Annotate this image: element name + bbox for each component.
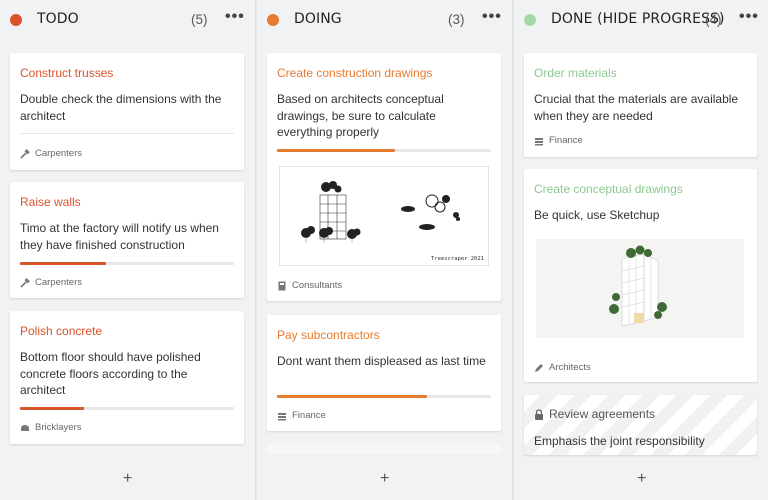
column-count: (3) — [448, 12, 465, 27]
hammer-icon — [20, 148, 30, 159]
task-card[interactable]: Review agreements Emphasis the joint res… — [524, 395, 757, 455]
column-count: (4) — [705, 12, 722, 27]
card-description: Double check the dimensions with the arc… — [20, 92, 222, 123]
pencil-icon — [535, 363, 543, 372]
money-icon — [278, 412, 286, 420]
card-description: Crucial that the materials are available… — [534, 92, 739, 123]
image-caption: Treescraper 2021 — [431, 256, 484, 262]
tag-label: Bricklayers — [35, 422, 82, 433]
card-description: Be quick, use Sketchup — [534, 208, 660, 222]
tag-label: Carpenters — [35, 277, 82, 288]
progress-bar — [20, 133, 234, 134]
card-title-row: Review agreements — [534, 407, 655, 421]
progress-fill — [277, 149, 395, 152]
progress-fill — [20, 407, 85, 410]
add-card-button[interactable]: + — [380, 470, 389, 488]
task-card[interactable]: Construct trusses Double check the dimen… — [10, 53, 244, 170]
card-title[interactable]: Create construction drawings — [277, 66, 432, 80]
column-doing: DOING (3) ••• Create construction drawin… — [257, 0, 513, 500]
card-tag: Finance — [534, 135, 583, 146]
column-todo: TODO (5) ••• Construct trusses Double ch… — [0, 0, 256, 500]
card-description: Timo at the factory will notify us when … — [20, 221, 219, 252]
progress-fill — [20, 262, 106, 265]
card-tag: Architects — [534, 362, 591, 373]
column-header: TODO (5) ••• — [0, 0, 255, 40]
card-tag: Carpenters — [20, 277, 82, 288]
hammer-icon — [20, 277, 30, 288]
card-title[interactable]: Raise walls — [20, 195, 81, 209]
lock-icon — [535, 408, 543, 420]
column-title: TODO — [37, 11, 79, 27]
attachment-sketch-image[interactable] — [536, 237, 745, 340]
progress-fill — [277, 395, 427, 398]
task-card[interactable]: Order materials Crucial that the materia… — [524, 53, 757, 157]
add-card-button[interactable]: + — [123, 470, 132, 488]
kanban-board: TODO (5) ••• Construct trusses Double ch… — [0, 0, 768, 500]
column-title: DOING — [294, 11, 342, 27]
status-dot-icon — [10, 14, 22, 26]
progress-bar — [20, 407, 234, 410]
card-tag: Consultants — [277, 280, 342, 291]
column-done: DONE (HIDE PROGRESS) (4) ••• Order mater… — [514, 0, 768, 500]
task-card[interactable]: Create construction drawings Based on ar… — [267, 53, 501, 301]
progress-bar — [20, 262, 234, 265]
column-count: (5) — [191, 12, 208, 27]
construction-drawing-icon: Treescraper 2021 — [301, 181, 484, 262]
card-description: Emphasis the joint responsibility — [534, 434, 705, 448]
tag-label: Finance — [549, 135, 583, 146]
task-card[interactable]: Polish concrete Bottom floor should have… — [10, 311, 244, 444]
task-card[interactable]: Raise walls Timo at the factory will not… — [10, 182, 244, 298]
column-menu-button[interactable]: ••• — [482, 8, 502, 26]
progress-bar — [277, 149, 491, 152]
tag-label: Architects — [549, 362, 591, 373]
task-card[interactable]: Pay subcontractors Dont want them disple… — [267, 315, 501, 431]
column-menu-button[interactable]: ••• — [225, 8, 245, 26]
hard-hat-icon — [21, 424, 29, 431]
column-menu-button[interactable]: ••• — [739, 8, 759, 26]
card-title[interactable]: Pay subcontractors — [277, 328, 380, 342]
card-description: Bottom floor should have polished concre… — [20, 350, 201, 397]
column-title: DONE (HIDE PROGRESS) — [551, 11, 725, 27]
tag-label: Carpenters — [35, 148, 82, 159]
column-header: DOING (3) ••• — [257, 0, 512, 40]
card-title[interactable]: Order materials — [534, 66, 617, 80]
progress-bar — [277, 395, 491, 398]
status-dot-icon — [524, 14, 536, 26]
card-description: Dont want them displeased as last time — [277, 354, 486, 368]
card-title[interactable]: Create conceptual drawings — [534, 182, 683, 196]
task-card[interactable]: Create conceptual drawings Be quick, use… — [524, 169, 757, 382]
column-header: DONE (HIDE PROGRESS) (4) ••• — [514, 0, 768, 40]
money-icon — [535, 137, 543, 145]
card-description: Based on architects conceptual drawings,… — [277, 92, 444, 139]
card-tag: Finance — [277, 410, 326, 421]
tag-label: Consultants — [292, 280, 343, 291]
add-card-button[interactable]: + — [637, 470, 646, 488]
card-tag: Bricklayers — [20, 422, 81, 433]
badge-icon — [278, 281, 286, 290]
card-title[interactable]: Polish concrete — [20, 324, 102, 338]
task-card[interactable] — [267, 444, 501, 454]
card-title[interactable]: Review agreements — [549, 407, 655, 421]
attachment-drawing-image[interactable]: Treescraper 2021 — [279, 166, 489, 266]
card-title[interactable]: Construct trusses — [20, 66, 113, 80]
tag-label: Finance — [292, 410, 326, 421]
status-dot-icon — [267, 14, 279, 26]
building-sketch-icon — [536, 239, 744, 338]
card-tag: Carpenters — [20, 148, 82, 159]
